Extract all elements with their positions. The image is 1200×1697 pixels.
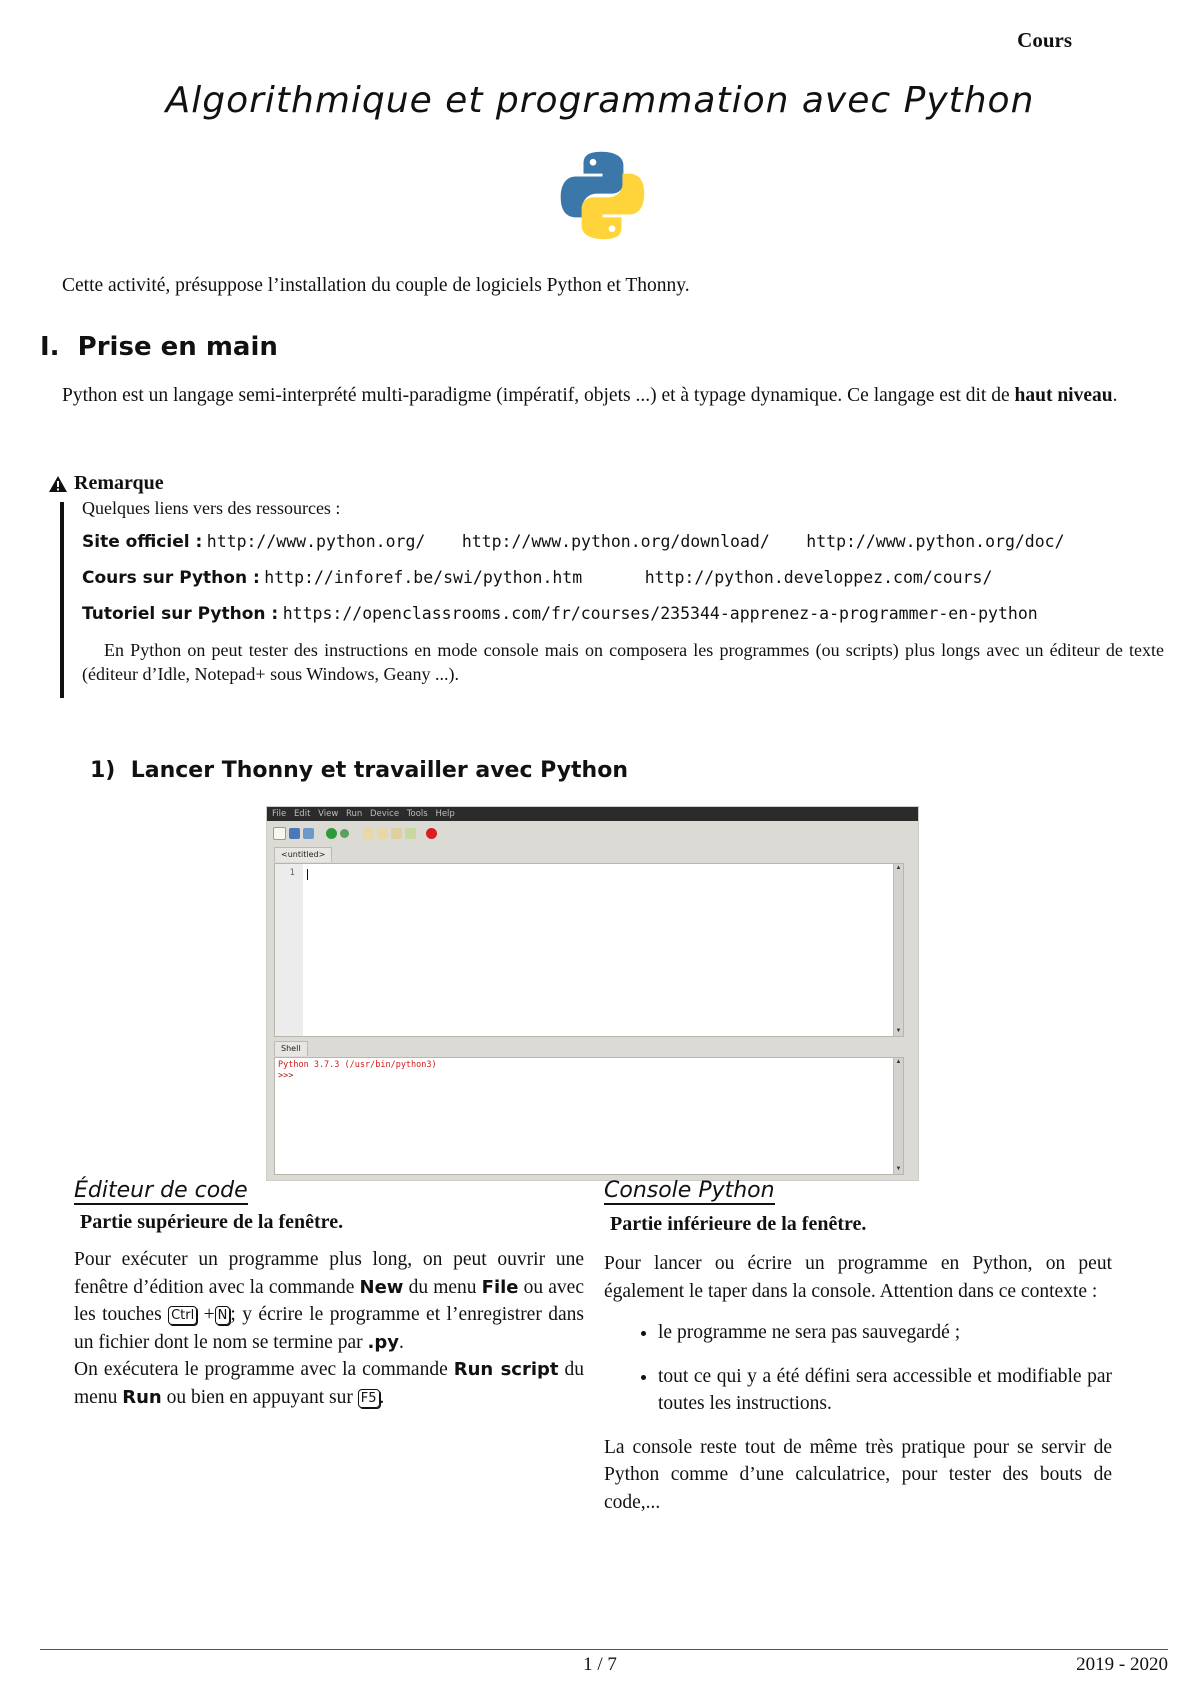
console-description-column: Console Python Partie inférieure de la f… [604, 1178, 1112, 1516]
key-n: N [214, 1306, 231, 1325]
python-logo-icon [560, 151, 645, 240]
resource-line-official: Site officiel : http://www.python.org/ h… [82, 531, 1065, 552]
menu-device[interactable]: Device [370, 809, 399, 819]
console-closing-paragraph: La console reste tout de même très prati… [604, 1436, 1112, 1513]
console-bullet-list: le programme ne sera pas sauvegardé ; to… [604, 1319, 1112, 1418]
python-logo-eye-top [589, 158, 597, 166]
line-gutter: 1 [275, 864, 303, 1036]
resource-link[interactable]: http://www.python.org/ [207, 532, 426, 551]
list-item: tout ce qui y a été défini sera accessib… [658, 1363, 1112, 1418]
stop-icon[interactable] [426, 827, 437, 839]
section-text-end: . [1112, 385, 1118, 406]
step-out-icon[interactable] [391, 827, 402, 839]
python-shell[interactable]: Python 3.7.3 (/usr/bin/python3) >>> ▲ ▼ [274, 1057, 904, 1175]
resume-icon[interactable] [405, 827, 416, 839]
remark-note: En Python on peut tester des instruction… [82, 640, 1164, 684]
menu-edit[interactable]: Edit [294, 809, 310, 819]
editor-tab[interactable]: <untitled> [274, 847, 333, 862]
shell-output: Python 3.7.3 (/usr/bin/python3) >>> [278, 1060, 437, 1082]
school-year: 2019 - 2020 [1076, 1654, 1168, 1675]
remark-title: Remarque [48, 472, 1168, 495]
key-ctrl: Ctrl [168, 1306, 198, 1325]
shell-version-line: Python 3.7.3 (/usr/bin/python3) [278, 1060, 437, 1070]
scroll-down-icon[interactable]: ▼ [895, 1028, 902, 1035]
column-heading: Éditeur de code [74, 1178, 248, 1205]
section-number: I. [40, 332, 60, 362]
new-file-icon[interactable] [273, 826, 286, 840]
scroll-up-icon[interactable]: ▲ [895, 1059, 902, 1066]
step-over-icon[interactable] [363, 827, 374, 839]
shell-tab[interactable]: Shell [274, 1041, 308, 1056]
section-title: I. Prise en main [40, 332, 278, 362]
console-paragraph: Pour lancer ou écrire un programme en Py… [604, 1253, 1112, 1302]
scroll-down-icon[interactable]: ▼ [895, 1166, 902, 1173]
list-item: le programme ne sera pas sauvegardé ; [658, 1319, 1112, 1347]
remark-box: Remarque Quelques liens vers des ressour… [48, 472, 1168, 698]
resource-line-tutorial: Tutoriel sur Python : https://openclassr… [82, 603, 1038, 624]
menu-run[interactable]: Run [346, 809, 362, 819]
resource-link[interactable]: http://python.developpez.com/cours/ [645, 568, 993, 587]
shell-prompt: >>> [278, 1071, 294, 1081]
column-subheading: Partie supérieure de la fenêtre. [80, 1211, 344, 1233]
subsection-title: 1) Lancer Thonny et travailler avec Pyth… [90, 758, 628, 783]
run-paragraph: On exécutera le programme avec la comman… [74, 1359, 584, 1408]
subsection-number: 1) [90, 758, 116, 783]
section-text-bold: haut niveau [1014, 385, 1113, 406]
key-f5: F5 [357, 1388, 380, 1408]
column-heading: Console Python [604, 1178, 775, 1205]
open-file-icon[interactable] [289, 827, 300, 839]
scroll-up-icon[interactable]: ▲ [895, 865, 902, 872]
code-editor[interactable]: 1 ▲ ▼ [274, 863, 904, 1037]
intro-paragraph: Cette activité, présuppose l’installatio… [62, 275, 690, 296]
section-title-text: Prise en main [77, 332, 278, 362]
footer-divider [40, 1649, 1168, 1650]
resource-link[interactable]: http://www.python.org/doc/ [806, 532, 1064, 551]
resource-label: Site officiel : [82, 532, 203, 552]
remark-intro: Quelques liens vers des ressources : [82, 498, 341, 518]
section-paragraph: Python est un langage semi-interprété mu… [40, 382, 1168, 409]
text-caret [307, 869, 308, 880]
save-file-icon[interactable] [303, 827, 314, 839]
column-subheading: Partie inférieure de la fenêtre. [610, 1213, 867, 1235]
remark-title-text: Remarque [74, 472, 164, 494]
subsection-title-text: Lancer Thonny et travailler avec Python [130, 758, 628, 783]
python-logo-eye-bottom [608, 225, 616, 233]
editor-paragraph: Pour exécuter un programme plus long, on… [74, 1249, 585, 1353]
document-title: Algorithmique et programmation avec Pyth… [165, 80, 1035, 121]
section-text: Python est un langage semi-interprété mu… [62, 385, 1015, 406]
page-number: 1 / 7 [583, 1654, 617, 1675]
resource-label: Tutoriel sur Python : [82, 604, 279, 624]
thonny-window-screenshot: File Edit View Run Device Tools Help <un… [266, 806, 919, 1181]
thonny-menubar: File Edit View Run Device Tools Help [267, 807, 918, 821]
resource-link[interactable]: https://openclassrooms.com/fr/courses/23… [283, 604, 1038, 623]
warning-icon [49, 475, 67, 492]
thonny-toolbar [273, 825, 437, 841]
remark-left-bar [60, 502, 64, 698]
menu-file[interactable]: File [272, 809, 286, 819]
menu-tools[interactable]: Tools [407, 809, 428, 819]
run-icon[interactable] [326, 827, 337, 839]
resource-label: Cours sur Python : [82, 568, 260, 588]
menu-view[interactable]: View [318, 809, 338, 819]
editor-scrollbar[interactable]: ▲ ▼ [893, 864, 903, 1036]
shell-scrollbar[interactable]: ▲ ▼ [893, 1058, 903, 1174]
header-label: Cours [1017, 28, 1072, 52]
editor-description-column: Éditeur de code Partie supérieure de la … [74, 1178, 584, 1411]
resource-line-courses: Cours sur Python : http://inforef.be/swi… [82, 567, 992, 588]
menu-help[interactable]: Help [435, 809, 454, 819]
step-into-icon[interactable] [377, 827, 388, 839]
line-number: 1 [289, 868, 295, 878]
resource-link[interactable]: http://inforef.be/swi/python.htm [264, 568, 582, 587]
resource-link[interactable]: http://www.python.org/download/ [462, 532, 770, 551]
debug-icon[interactable] [340, 828, 349, 838]
